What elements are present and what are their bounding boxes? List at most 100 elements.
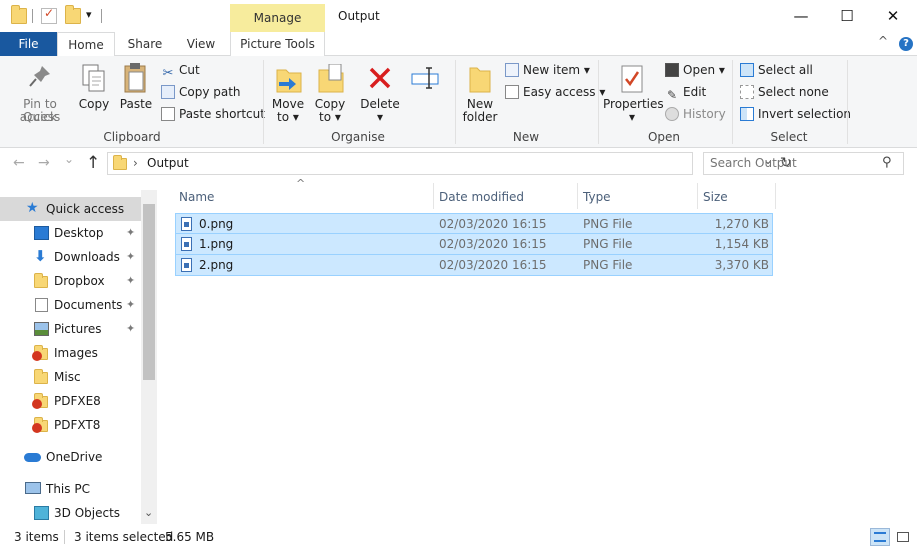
scissors-icon: ✂ [162,66,174,81]
nav-item-misc[interactable]: Misc [0,365,141,389]
pin-to-quick-access-button[interactable]: Pin to Quick access [6,62,74,126]
paste-button[interactable]: Paste [118,62,154,126]
maximize-button[interactable]: ☐ [824,0,870,32]
new-folder-icon[interactable] [65,5,81,24]
scrollbar-thumb[interactable] [143,204,155,380]
tab-file[interactable]: File [0,32,57,56]
forward-button[interactable]: → [38,155,50,171]
scroll-down-icon[interactable]: ⌄ [144,506,153,519]
open-button[interactable]: Open ▾ [665,60,725,80]
nav-item-documents[interactable]: Documents ✦ [0,293,141,317]
table-row[interactable]: 1.png 02/03/2020 16:15 PNG File 1,154 KB [175,234,773,255]
column-divider[interactable] [697,183,698,209]
move-to-button[interactable]: Move to ▾ [269,62,307,126]
nav-item-desktop[interactable]: Desktop ✦ [0,221,141,245]
pin-icon[interactable]: ✦ [126,269,135,293]
minimize-button[interactable]: — [778,0,824,32]
file-name: 0.png [199,217,234,231]
column-divider[interactable] [775,183,776,209]
toolbar-separator [101,9,102,23]
rename-icon [411,67,439,89]
folder-icon [34,369,48,384]
new-item-button[interactable]: New item ▾ [505,60,590,80]
new-folder-button[interactable]: New folder [460,62,500,126]
column-header-type[interactable]: Type [583,187,611,207]
easy-access-button[interactable]: Easy access ▾ [505,82,605,102]
column-header-date-modified[interactable]: Date modified [439,187,524,207]
breadcrumb[interactable]: Output [147,156,189,170]
file-size: 1,270 KB [714,217,769,231]
invert-selection-icon [740,107,754,121]
nav-item-pictures[interactable]: Pictures ✦ [0,317,141,341]
column-header-name[interactable]: Name [179,187,214,207]
nav-item-pdfxe8[interactable]: PDFXE8 [0,389,141,413]
nav-item-this-pc[interactable]: This PC [0,477,141,501]
paste-icon [124,63,146,93]
search-icon[interactable]: ⚲ [882,155,892,170]
back-button[interactable]: ← [13,155,25,171]
nav-item-pdfxt8[interactable]: PDFXT8 [0,413,141,437]
sync-error-icon [32,351,42,361]
nav-item-images[interactable]: Images [0,341,141,365]
up-button[interactable]: ↑ [86,153,100,173]
open-icon [665,63,679,77]
file-name: 1.png [199,237,234,251]
group-label-new: New [512,130,540,144]
pin-icon[interactable]: ✦ [126,293,135,317]
tab-share[interactable]: Share [122,32,168,56]
delete-button[interactable]: Delete ▾ [360,62,400,126]
tab-home[interactable]: Home [57,32,115,57]
select-none-button[interactable]: Select none [740,82,829,102]
properties-icon[interactable]: ✓ [41,6,57,24]
file-type: PNG File [583,237,633,251]
tab-picture-tools[interactable]: Picture Tools [230,32,325,56]
details-view-button[interactable] [870,528,890,546]
column-header-size[interactable]: Size [703,187,728,207]
close-button[interactable]: ✕ [870,0,916,32]
paste-label: Paste [119,97,153,111]
help-icon[interactable]: ? [899,37,913,51]
column-divider[interactable] [433,183,434,209]
nav-pane-scrollbar[interactable]: ⌄ [141,190,157,524]
copy-button[interactable]: Copy [78,62,110,126]
customize-toolbar-icon[interactable]: ▾ [86,8,92,21]
nav-item-onedrive[interactable]: OneDrive [0,445,141,469]
paste-shortcut-button[interactable]: Paste shortcut [161,104,265,124]
selection-count: 3 items selected [74,530,174,544]
collapse-ribbon-icon[interactable]: ^ [878,34,888,48]
pin-icon[interactable]: ✦ [126,245,135,269]
properties-button[interactable]: Properties ▾ [603,62,664,126]
search-box[interactable]: ⚲ [703,152,904,175]
edit-button[interactable]: ✎ Edit [665,82,706,102]
copy-path-button[interactable]: Copy path [161,82,241,102]
status-divider [64,530,65,544]
recent-locations-button[interactable]: ⌄ [64,152,74,166]
invert-selection-button[interactable]: Invert selection [740,104,851,124]
search-input[interactable] [710,156,870,170]
nav-item-quick-access[interactable]: ★ Quick access [0,197,141,221]
table-row[interactable]: 2.png 02/03/2020 16:15 PNG File 3,370 KB [175,255,773,276]
column-divider[interactable] [577,183,578,209]
pin-label: access [19,110,61,124]
download-arrow-icon: ⬇ [34,247,47,265]
nav-item-downloads[interactable]: ⬇ Downloads ✦ [0,245,141,269]
pin-icon[interactable]: ✦ [126,221,135,245]
history-button[interactable]: History [665,104,726,124]
pin-icon[interactable]: ✦ [126,317,135,341]
move-to-icon [276,69,302,93]
tab-view[interactable]: View [178,32,224,56]
table-row[interactable]: 0.png 02/03/2020 16:15 PNG File 1,270 KB [175,213,773,234]
ribbon-tabs: File Home Share View Picture Tools ^ ? [0,32,917,57]
rename-button[interactable] [402,62,448,126]
group-label-open: Open [647,130,681,144]
select-all-button[interactable]: Select all [740,60,813,80]
status-bar: 3 items 3 items selected 5.65 MB [0,527,917,549]
tab-manage[interactable]: Manage [230,4,325,32]
address-bar[interactable]: › Output ⌄ ↻ [107,152,792,175]
large-icons-view-button[interactable] [893,528,913,546]
cut-button[interactable]: ✂ Cut [161,60,200,81]
nav-item-dropbox[interactable]: Dropbox ✦ [0,269,141,293]
nav-item-3d-objects[interactable]: 3D Objects [0,501,141,525]
navigation-pane: ★ Quick access Desktop ✦ ⬇ Downloads ✦ D… [0,190,157,524]
copy-to-button[interactable]: Copy to ▾ [311,62,349,126]
